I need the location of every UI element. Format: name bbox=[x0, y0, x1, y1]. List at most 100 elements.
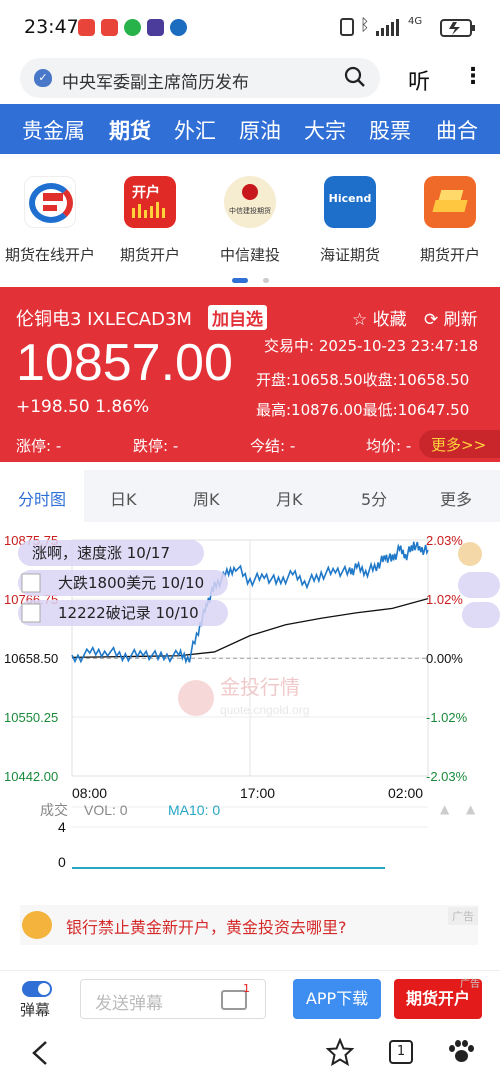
nav-item-commodities[interactable]: 大宗 bbox=[304, 115, 346, 145]
paw-icon[interactable] bbox=[449, 1040, 474, 1064]
refresh-label: 刷新 bbox=[443, 310, 478, 330]
citic-futures-logo: 中信建投期货 bbox=[224, 176, 276, 228]
app-label: 期货开户 bbox=[119, 246, 180, 264]
limit-down: 跌停: - bbox=[133, 437, 179, 455]
app-notification-icon bbox=[78, 19, 95, 36]
watermark-url: quote.cngold.org bbox=[220, 703, 309, 717]
network-type: 4G bbox=[408, 16, 423, 27]
nav-item-stocks[interactable]: 股票 bbox=[369, 115, 411, 145]
vol-tick-label: 4 bbox=[58, 819, 66, 835]
app-label: 期货在线开户 bbox=[4, 246, 95, 264]
more-quote-button[interactable]: 更多>> bbox=[419, 430, 500, 458]
avatar-icon bbox=[458, 542, 482, 566]
x-tick-label: 17:00 bbox=[240, 785, 275, 801]
star-icon[interactable] bbox=[326, 1038, 354, 1066]
tab-monthly-k[interactable]: 月K bbox=[276, 486, 303, 510]
vol-tick-label: 0 bbox=[58, 854, 66, 870]
volume-label: 成交 bbox=[40, 802, 68, 819]
bluetooth-icon: ᛒ bbox=[360, 15, 370, 34]
app-futures-online[interactable]: 期货在线开户 bbox=[0, 176, 100, 265]
tab-count: 1 bbox=[396, 1044, 406, 1059]
listen-button[interactable]: 听 bbox=[408, 64, 430, 96]
app-futures-account[interactable]: 期货开户 bbox=[400, 176, 500, 265]
y-tick-label-right: 2.03% bbox=[426, 533, 463, 548]
more-menu-icon[interactable]: ⋮ bbox=[462, 64, 484, 89]
danmu-toggle[interactable] bbox=[22, 981, 52, 997]
megaphone-icon bbox=[22, 911, 52, 939]
message-count: 1 bbox=[243, 982, 250, 995]
app-notification-icon bbox=[101, 19, 118, 36]
gold-bars-icon bbox=[424, 176, 476, 228]
tabs-button[interactable]: 1 bbox=[389, 1040, 413, 1064]
app-citic[interactable]: 中信建投期货 中信建投 bbox=[200, 176, 300, 265]
nav-item-forex[interactable]: 外汇 bbox=[174, 115, 216, 145]
last-price: 10857.00 bbox=[16, 334, 233, 392]
favorite-button[interactable]: ☆ 收藏 bbox=[352, 305, 407, 330]
tab-weekly-k[interactable]: 周K bbox=[193, 486, 220, 510]
ad-banner[interactable]: 银行禁止黄金新开户，黄金投资去哪里? 广告 bbox=[20, 905, 478, 945]
search-icon[interactable] bbox=[344, 66, 366, 88]
y-tick-label-right: -2.03% bbox=[426, 769, 468, 784]
watermark-logo bbox=[178, 680, 214, 716]
open-close-row: 开盘:10658.50收盘:10658.50 bbox=[256, 369, 469, 390]
nav-item-precious-metals[interactable]: 贵金属 bbox=[22, 115, 85, 145]
shield-icon: ✓ bbox=[34, 69, 52, 87]
nav-item-more[interactable]: 曲合 bbox=[436, 115, 478, 145]
nfc-icon bbox=[340, 18, 354, 36]
intraday-chart[interactable]: 金投行情quote.cngold.org10875.752.03%10766.7… bbox=[0, 522, 500, 887]
broker-apps: 期货在线开户 开户 期货开户 中信建投期货 中信建投 Hicend 海证期货 期… bbox=[0, 154, 500, 284]
app-label: 海证期货 bbox=[319, 246, 380, 264]
refresh-button[interactable]: ⟳ 刷新 bbox=[424, 305, 478, 330]
settle-price: 今结: - bbox=[250, 437, 296, 455]
tab-5min[interactable]: 5分 bbox=[361, 486, 387, 510]
app-download-button[interactable]: APP下载 bbox=[293, 979, 381, 1019]
favorite-label: 收藏 bbox=[372, 310, 407, 330]
nav-item-crude-oil[interactable]: 原油 bbox=[239, 115, 281, 145]
news-bubble bbox=[462, 602, 500, 628]
app-notification-icon bbox=[147, 19, 164, 36]
back-icon[interactable] bbox=[30, 1040, 50, 1066]
y-tick-label: 10658.50 bbox=[4, 651, 58, 666]
news-bubble bbox=[458, 572, 500, 598]
app-open-account[interactable]: 开户 期货开户 bbox=[100, 176, 200, 265]
open-price: 开盘:10658.50 bbox=[256, 371, 363, 389]
tab-more[interactable]: 更多 bbox=[440, 486, 472, 510]
add-watchlist-button[interactable]: 加自选 bbox=[208, 305, 267, 330]
search-bar[interactable]: ✓ 中央军委副主席简历发布 bbox=[20, 58, 380, 98]
high-price: 最高:10876.00 bbox=[256, 401, 363, 419]
app-label: 期货开户 bbox=[419, 246, 480, 264]
trading-time: 交易中: 2025-10-23 23:47:18 bbox=[264, 337, 479, 355]
clock: 23:47 bbox=[24, 16, 79, 38]
x-tick-label: 08:00 bbox=[72, 785, 107, 801]
danmu-label: 弹幕 bbox=[20, 1001, 51, 1019]
icon-badge: 开户 bbox=[132, 185, 160, 201]
star-icon: ☆ bbox=[352, 310, 373, 330]
refresh-icon: ⟳ bbox=[424, 310, 444, 330]
news-text: 大跌1800美元 10/10 bbox=[58, 574, 204, 592]
limit-up: 涨停: - bbox=[16, 437, 62, 455]
collapse-arrow-icon: ▲ bbox=[466, 802, 476, 816]
news-text: 12222破记录 10/10 bbox=[58, 604, 199, 622]
danmu-input[interactable]: 发送弹幕 1 bbox=[80, 979, 266, 1019]
category-nav: 贵金属 期货 外汇 原油 大宗 股票 曲合 bbox=[0, 104, 500, 154]
tab-daily-k[interactable]: 日K bbox=[110, 486, 137, 510]
ad-text[interactable]: 银行禁止黄金新开户，黄金投资去哪里? bbox=[66, 914, 347, 938]
avg-price: 均价: - bbox=[366, 437, 412, 455]
collapse-arrow-icon: ▲ bbox=[440, 802, 450, 816]
y-tick-label: 10442.00 bbox=[4, 769, 58, 784]
tab-intraday[interactable]: 分时图 bbox=[0, 470, 84, 522]
open-account-icon: 开户 bbox=[124, 176, 176, 228]
logo-text: Hicend bbox=[328, 192, 372, 205]
system-navigation: 1 bbox=[0, 1026, 500, 1079]
nav-item-futures[interactable]: 期货 bbox=[109, 115, 151, 145]
y-tick-label: 10550.25 bbox=[4, 710, 58, 725]
danmu-placeholder: 发送弹幕 bbox=[95, 994, 163, 1014]
signal-icon bbox=[376, 19, 399, 36]
chart-tabs: 分时图 日K 周K 月K 5分 更多 bbox=[0, 470, 500, 522]
logo-text: 中信建投期货 bbox=[229, 207, 271, 215]
instrument-name: 伦铜电3 IXLECAD3M bbox=[16, 309, 192, 330]
search-query[interactable]: 中央军委副主席简历发布 bbox=[62, 68, 249, 93]
app-hicend[interactable]: Hicend 海证期货 bbox=[300, 176, 400, 265]
browser-toolbar: ✓ 中央军委副主席简历发布 听 ⋮ bbox=[0, 56, 500, 104]
y-tick-label-right: -1.02% bbox=[426, 710, 468, 725]
